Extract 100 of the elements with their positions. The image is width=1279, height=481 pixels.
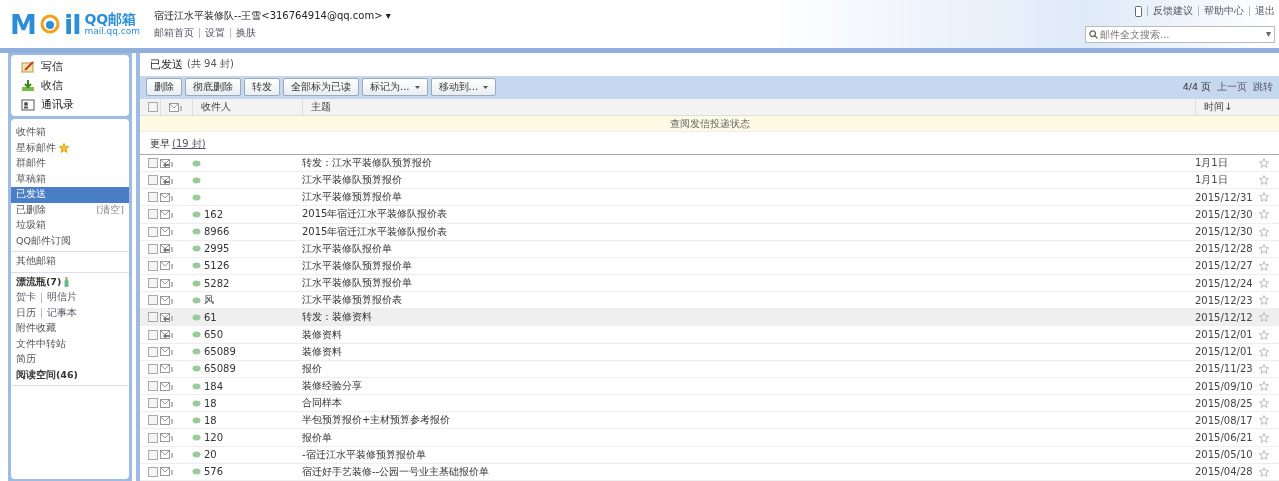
star-icon bbox=[1259, 175, 1269, 186]
star-icon bbox=[1259, 226, 1269, 237]
folder-item[interactable]: 收件箱 bbox=[11, 125, 129, 141]
toolbar-button[interactable]: 全部标为已读 bbox=[283, 78, 359, 97]
jump-link[interactable]: 跳转 bbox=[1253, 80, 1273, 94]
row-checkbox[interactable] bbox=[148, 260, 158, 271]
row-checkbox[interactable] bbox=[148, 312, 158, 323]
folder-item[interactable]: 漂流瓶(7) bbox=[11, 274, 129, 290]
row-checkbox[interactable] bbox=[148, 295, 158, 306]
row-checkbox[interactable] bbox=[148, 381, 158, 392]
mail-subject[interactable]: 江水平装修队预算报价 bbox=[302, 173, 1195, 188]
row-checkbox[interactable] bbox=[148, 226, 158, 237]
folder-title: 已发送 bbox=[150, 56, 183, 72]
quick-action[interactable]: 通讯录 bbox=[21, 97, 129, 112]
folder-item[interactable]: 附件收藏 bbox=[11, 321, 129, 337]
phone-icon[interactable] bbox=[1135, 5, 1142, 17]
column-header[interactable]: 时间↓ bbox=[1195, 99, 1279, 116]
star-icon bbox=[1259, 260, 1269, 271]
folder-item[interactable]: QQ邮件订阅 bbox=[11, 233, 129, 249]
row-checkbox[interactable] bbox=[148, 415, 158, 426]
star-icon bbox=[1259, 432, 1269, 443]
row-checkbox[interactable] bbox=[148, 243, 158, 254]
account-name[interactable]: 宿迁江水平装修队--王雪<316764914@qq.com> ▾ bbox=[154, 8, 391, 23]
toolbar-button[interactable]: 彻底删除 bbox=[185, 78, 241, 97]
star-icon bbox=[1259, 312, 1269, 323]
mail-subject[interactable]: 江水平装修队预算报价单 bbox=[302, 276, 1195, 291]
folder-item[interactable]: 其他邮箱 bbox=[11, 254, 129, 270]
row-checkbox[interactable] bbox=[148, 363, 158, 374]
mail-subject[interactable]: 江水平装修队报价单 bbox=[302, 241, 1195, 256]
mail-subject[interactable]: 装修资料 bbox=[302, 344, 1195, 359]
search-dropdown-caret[interactable]: ▾ bbox=[1265, 28, 1271, 39]
folder-item[interactable]: 文件中转站 bbox=[11, 336, 129, 352]
star-icon bbox=[1259, 158, 1269, 168]
folder-item[interactable]: 已删除 [清空] bbox=[11, 202, 129, 218]
mail-subject[interactable]: 转发：江水平装修队预算报价 bbox=[302, 156, 1195, 170]
row-checkbox[interactable] bbox=[148, 278, 158, 289]
folder-item[interactable]: 群邮件 bbox=[11, 156, 129, 172]
mail-subject[interactable]: 江水平装修队预算报价单 bbox=[302, 258, 1195, 273]
top-link[interactable]: 帮助中心 bbox=[1204, 4, 1244, 18]
top-link[interactable]: 反馈建议 bbox=[1153, 4, 1193, 18]
mail-date: 2015/11/23 bbox=[1195, 363, 1254, 375]
row-checkbox[interactable] bbox=[148, 175, 158, 186]
mail-subject[interactable]: 合同样本 bbox=[302, 396, 1195, 411]
row-checkbox[interactable] bbox=[148, 432, 158, 443]
recipient: 650 bbox=[204, 329, 224, 341]
recipient: 20 bbox=[204, 449, 217, 461]
recipient: 576 bbox=[204, 466, 224, 478]
row-checkbox[interactable] bbox=[148, 209, 158, 220]
select-all-checkbox[interactable] bbox=[148, 102, 158, 113]
toolbar-button[interactable]: 移动到... bbox=[430, 78, 497, 97]
quick-action[interactable]: 收信 bbox=[21, 78, 129, 93]
mail-subject[interactable]: 装修经验分享 bbox=[302, 379, 1195, 394]
mail-subject[interactable]: 江水平装修预算报价单 bbox=[302, 190, 1195, 205]
recipient: 18 bbox=[204, 397, 217, 409]
column-header[interactable]: 主题 bbox=[302, 99, 1195, 116]
mail-subject[interactable]: 半包预算报价+主材预算参考报价 bbox=[302, 413, 1195, 428]
mail-subject[interactable]: 宿迁好手艺装修--公园一号业主基础报价单 bbox=[302, 464, 1195, 479]
mail-subject[interactable]: -宿迁江水平装修预算报价单 bbox=[302, 447, 1195, 462]
row-checkbox[interactable] bbox=[148, 329, 158, 340]
folder-link[interactable]: 贺卡 bbox=[16, 291, 36, 305]
empty-trash-link[interactable]: [清空] bbox=[96, 203, 124, 217]
folder-link[interactable]: 日历 bbox=[16, 306, 36, 320]
mail-subject[interactable]: 2015年宿迁江水平装修队报价表 bbox=[302, 224, 1195, 239]
header-link[interactable]: 换肤 bbox=[236, 25, 257, 40]
folder-item[interactable]: 简历 bbox=[11, 352, 129, 368]
column-header[interactable]: 收件人 bbox=[192, 99, 302, 116]
header-link[interactable]: 设置 bbox=[205, 25, 226, 40]
toolbar-button[interactable]: 删除 bbox=[146, 78, 182, 97]
mail-subject[interactable]: 装修资料 bbox=[302, 327, 1195, 342]
group-count-link[interactable]: (19 封) bbox=[172, 136, 206, 151]
mail-date: 1月1日 bbox=[1195, 156, 1229, 170]
mail-subject[interactable]: 转发：装修资料 bbox=[302, 310, 1195, 325]
folder-item[interactable]: 垃圾箱 bbox=[11, 218, 129, 234]
mail-date: 2015/12/31 bbox=[1195, 191, 1254, 203]
row-checkbox[interactable] bbox=[148, 449, 158, 460]
row-checkbox[interactable] bbox=[148, 466, 158, 477]
row-checkbox[interactable] bbox=[148, 158, 158, 168]
header-link[interactable]: 邮箱首页 bbox=[154, 25, 195, 40]
folder-item[interactable]: 已发送 bbox=[11, 187, 129, 203]
product-name: QQ邮箱 bbox=[84, 11, 137, 27]
folder-item[interactable]: 草稿箱 bbox=[11, 171, 129, 187]
delivery-status-link[interactable]: 查阅发信投递状态 bbox=[669, 116, 750, 131]
mail-subject[interactable]: 江水平装修预算报价表 bbox=[302, 293, 1195, 308]
prev-page-link[interactable]: 上一页 bbox=[1217, 80, 1247, 94]
row-checkbox[interactable] bbox=[148, 398, 158, 409]
folder-item[interactable]: 星标邮件 bbox=[11, 140, 129, 156]
mail-subject[interactable]: 报价 bbox=[302, 361, 1195, 376]
mail-count: (共 94 封) bbox=[187, 57, 234, 72]
mail-subject[interactable]: 2015年宿迁江水平装修队报价表 bbox=[302, 207, 1195, 222]
row-checkbox[interactable] bbox=[148, 192, 158, 203]
top-link[interactable]: 退出 bbox=[1255, 4, 1275, 18]
toolbar-button[interactable]: 标记为... bbox=[362, 78, 428, 97]
folder-link[interactable]: 明信片 bbox=[47, 291, 77, 305]
folder-link[interactable]: 记事本 bbox=[47, 306, 77, 320]
mail-date: 2015/12/01 bbox=[1195, 329, 1254, 341]
mail-subject[interactable]: 报价单 bbox=[302, 430, 1195, 445]
folder-item[interactable]: 阅读空间(46) bbox=[11, 367, 129, 383]
row-checkbox[interactable] bbox=[148, 346, 158, 357]
quick-action[interactable]: 写信 bbox=[21, 59, 129, 74]
toolbar-button[interactable]: 转发 bbox=[244, 78, 280, 97]
